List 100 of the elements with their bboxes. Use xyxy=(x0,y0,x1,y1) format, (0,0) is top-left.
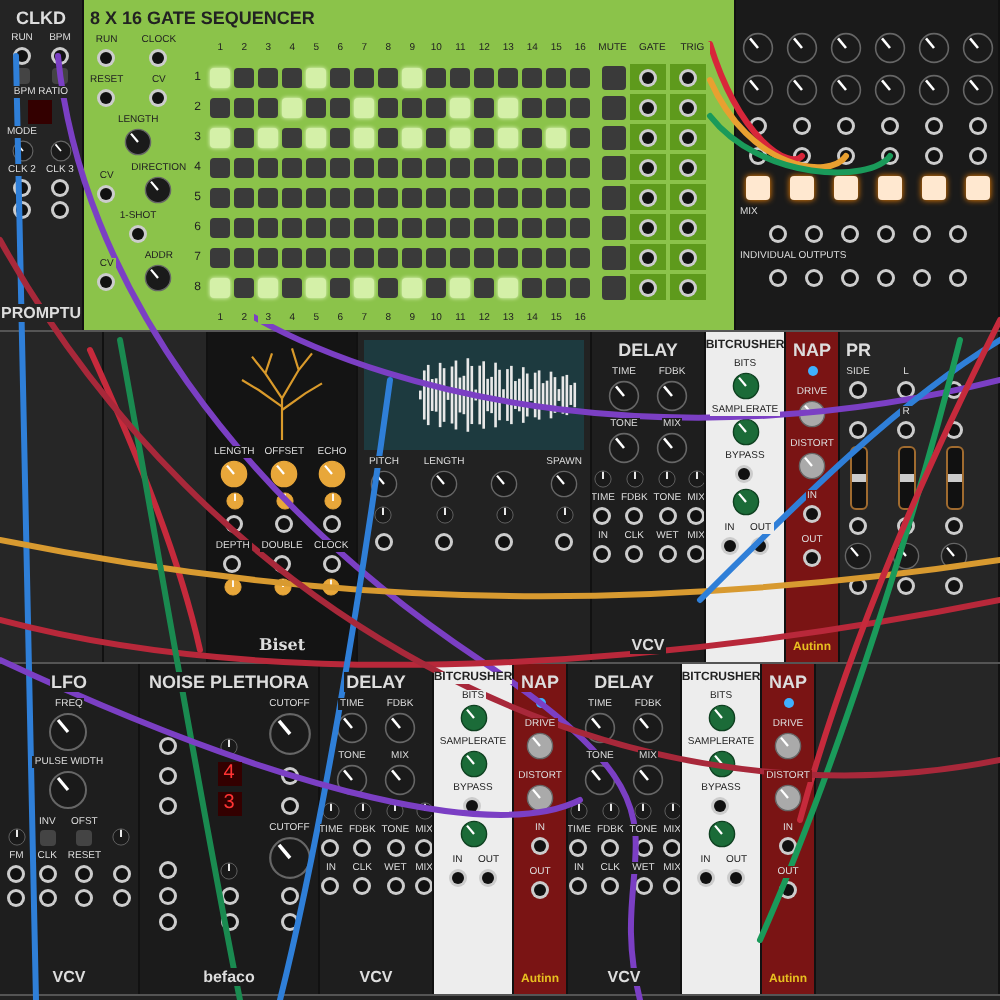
step-button[interactable] xyxy=(498,67,519,87)
jack-socket[interactable] xyxy=(686,506,704,526)
push-button[interactable] xyxy=(789,176,813,200)
jack-socket[interactable] xyxy=(710,796,731,816)
jack-socket[interactable] xyxy=(662,838,680,858)
step-button[interactable] xyxy=(426,97,447,117)
jack-socket[interactable] xyxy=(662,876,680,896)
trimpot-knob[interactable] xyxy=(593,470,612,488)
knob[interactable] xyxy=(731,488,759,516)
step-button[interactable] xyxy=(330,247,351,267)
jack-socket[interactable] xyxy=(373,532,394,552)
trimpot-knob[interactable] xyxy=(569,802,588,820)
mute-button[interactable] xyxy=(602,95,627,119)
jack-socket[interactable] xyxy=(272,554,292,574)
jack-socket[interactable] xyxy=(274,514,295,534)
knob[interactable] xyxy=(318,460,346,488)
knob[interactable] xyxy=(961,74,993,106)
gate-jack[interactable] xyxy=(638,127,659,147)
jack-socket[interactable] xyxy=(158,736,179,756)
knob[interactable] xyxy=(785,74,817,106)
step-button[interactable] xyxy=(426,187,447,207)
jack-socket[interactable] xyxy=(224,514,245,534)
step-button[interactable] xyxy=(306,247,327,267)
patch-cable[interactable] xyxy=(0,537,1000,600)
step-button[interactable] xyxy=(210,247,231,267)
jack-socket[interactable] xyxy=(657,506,678,526)
knob[interactable] xyxy=(741,74,773,106)
step-button[interactable] xyxy=(474,97,495,117)
jack-socket[interactable] xyxy=(96,88,117,108)
step-button[interactable] xyxy=(570,127,591,147)
step-button[interactable] xyxy=(378,187,399,207)
trig-jack[interactable] xyxy=(678,277,699,297)
knob[interactable] xyxy=(48,770,89,810)
push-button[interactable] xyxy=(965,176,989,200)
step-button[interactable] xyxy=(210,217,231,237)
jack-socket[interactable] xyxy=(96,184,117,204)
knob[interactable] xyxy=(961,32,993,64)
step-button[interactable] xyxy=(234,67,255,87)
trig-jack[interactable] xyxy=(678,67,699,87)
mute-button[interactable] xyxy=(602,185,627,209)
knob[interactable] xyxy=(459,704,487,732)
step-button[interactable] xyxy=(546,97,567,117)
step-button[interactable] xyxy=(474,127,495,147)
jack-socket[interactable] xyxy=(320,838,341,858)
step-button[interactable] xyxy=(282,217,303,237)
step-button[interactable] xyxy=(570,67,591,87)
step-button[interactable] xyxy=(234,247,255,267)
step-button[interactable] xyxy=(354,157,375,177)
step-button[interactable] xyxy=(210,157,231,177)
push-button[interactable] xyxy=(877,176,901,200)
trimpot-knob[interactable] xyxy=(112,828,131,846)
knob[interactable] xyxy=(584,764,616,796)
knob[interactable] xyxy=(829,32,861,64)
step-button[interactable] xyxy=(402,187,423,207)
step-button[interactable] xyxy=(450,67,471,87)
trimpot-knob[interactable] xyxy=(634,802,653,820)
step-button[interactable] xyxy=(282,277,303,297)
step-button[interactable] xyxy=(546,67,567,87)
step-button[interactable] xyxy=(426,217,447,237)
jack-socket[interactable] xyxy=(37,888,58,908)
step-button[interactable] xyxy=(378,217,399,237)
jack-socket[interactable] xyxy=(279,912,300,932)
jack-socket[interactable] xyxy=(633,876,654,896)
trig-jack[interactable] xyxy=(678,97,699,117)
trimpot-knob[interactable] xyxy=(625,470,644,488)
knob[interactable] xyxy=(124,128,153,156)
knob[interactable] xyxy=(336,712,368,744)
knob[interactable] xyxy=(459,820,487,848)
trig-jack[interactable] xyxy=(678,157,699,177)
step-button[interactable] xyxy=(570,247,591,267)
knob[interactable] xyxy=(526,784,554,812)
jack-socket[interactable] xyxy=(592,506,613,526)
jack-socket[interactable] xyxy=(6,864,27,884)
knob[interactable] xyxy=(940,542,968,570)
patch-cable[interactable] xyxy=(707,113,893,176)
gate-jack[interactable] xyxy=(638,277,659,297)
step-button[interactable] xyxy=(282,67,303,87)
mute-button[interactable] xyxy=(602,65,627,89)
trimpot-knob[interactable] xyxy=(323,492,341,510)
knob[interactable] xyxy=(656,432,688,464)
gate-jack[interactable] xyxy=(638,67,659,87)
knob[interactable] xyxy=(798,452,826,480)
trimpot-knob[interactable] xyxy=(220,738,238,756)
knob[interactable] xyxy=(526,732,554,760)
gate-jack[interactable] xyxy=(638,97,659,117)
jack-socket[interactable] xyxy=(434,532,455,552)
step-button[interactable] xyxy=(354,67,375,87)
step-button[interactable] xyxy=(330,157,351,177)
trimpot-knob[interactable] xyxy=(275,492,294,510)
push-button[interactable] xyxy=(745,176,769,200)
jack-socket[interactable] xyxy=(279,796,300,816)
step-button[interactable] xyxy=(330,67,351,87)
step-button[interactable] xyxy=(282,157,303,177)
step-button[interactable] xyxy=(234,97,255,117)
knob[interactable] xyxy=(774,784,802,812)
jack-socket[interactable] xyxy=(624,544,645,564)
trimpot-knob[interactable] xyxy=(321,802,340,820)
jack-socket[interactable] xyxy=(695,868,716,888)
trig-jack[interactable] xyxy=(678,217,699,237)
step-button[interactable] xyxy=(330,97,351,117)
